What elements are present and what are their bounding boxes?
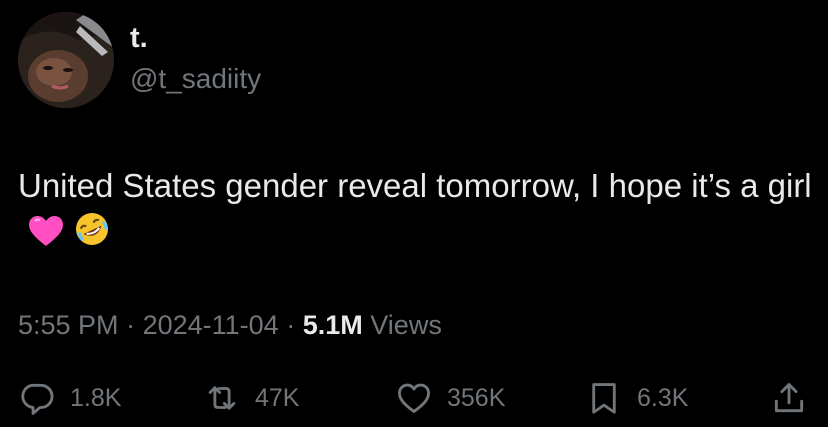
reply-count: 1.8K xyxy=(70,383,122,412)
tweet-time[interactable]: 5:55 PM xyxy=(18,310,119,340)
bookmark-icon xyxy=(592,383,616,414)
tweet-meta: 5:55 PM · 2024-11-04 · 5.1M Views xyxy=(18,310,442,341)
pink-heart-icon xyxy=(28,214,64,258)
like-button[interactable]: 356K xyxy=(395,374,505,422)
heart-icon xyxy=(398,383,430,413)
display-name[interactable]: t. xyxy=(130,22,148,55)
avatar-image xyxy=(18,12,114,108)
repost-count: 47K xyxy=(255,383,300,412)
views-label: Views xyxy=(370,310,442,340)
tweet-text-body: United States gender reveal tomorrow, I … xyxy=(18,167,812,204)
bookmark-button[interactable]: 6.3K xyxy=(585,374,688,422)
reply-button[interactable]: 1.8K xyxy=(18,374,121,422)
share-icon xyxy=(774,383,804,413)
repost-icon xyxy=(208,386,236,410)
tweet-card: t. @t_sadiity United States gender revea… xyxy=(0,0,828,427)
rolling-on-floor-laughing-icon xyxy=(74,211,110,258)
views-count[interactable]: 5.1M xyxy=(303,310,363,340)
tweet-date[interactable]: 2024-11-04 xyxy=(143,310,279,340)
reply-icon xyxy=(21,383,54,415)
tweet-text: United States gender reveal tomorrow, I … xyxy=(18,164,818,258)
meta-separator: · xyxy=(126,310,136,340)
repost-button[interactable]: 47K xyxy=(203,374,299,422)
avatar[interactable] xyxy=(18,12,114,108)
bookmark-count: 6.3K xyxy=(637,383,689,412)
user-handle[interactable]: @t_sadiity xyxy=(130,63,261,95)
like-count: 356K xyxy=(447,383,506,412)
meta-separator: · xyxy=(286,310,296,340)
share-button[interactable] xyxy=(770,374,808,422)
action-bar: 1.8K 47K 356K 6.3K xyxy=(18,374,818,422)
